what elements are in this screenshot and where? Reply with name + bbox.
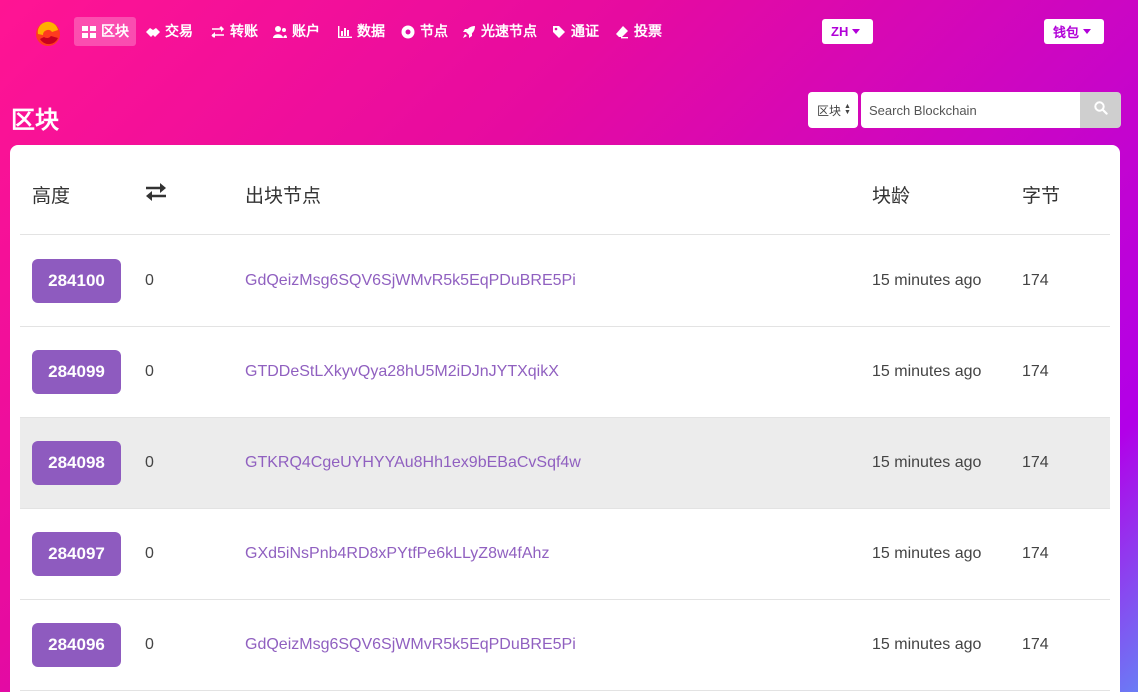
search-input[interactable] bbox=[861, 92, 1081, 128]
table-row[interactable]: 284099 0 GTDDeStLXkyvQya28hU5M2iDJnJYTXq… bbox=[20, 327, 1110, 418]
header-bytes: 字节 bbox=[1022, 185, 1061, 207]
search-type-select[interactable]: 区块 ▲ ▼ bbox=[808, 92, 858, 128]
block-age: 15 minutes ago bbox=[872, 636, 982, 653]
block-bytes: 174 bbox=[1022, 454, 1049, 471]
nav-item-votes[interactable]: 投票 bbox=[607, 17, 669, 46]
page-title: 区块 bbox=[11, 106, 59, 134]
block-bytes: 174 bbox=[1022, 363, 1049, 380]
caret-down-icon bbox=[1083, 29, 1092, 34]
nav-item-label: 转账 bbox=[230, 23, 258, 39]
tx-count: 0 bbox=[145, 363, 154, 380]
nav-item-accounts[interactable]: 账户 bbox=[265, 17, 327, 46]
tx-count: 0 bbox=[145, 454, 154, 471]
nav-item-tokens[interactable]: 通证 bbox=[544, 17, 606, 46]
nav-item-lightning-nodes[interactable]: 光速节点 bbox=[454, 17, 544, 46]
search-type-label: 区块 bbox=[817, 103, 842, 118]
exchange-icon bbox=[210, 24, 226, 40]
nav-item-nodes[interactable]: 节点 bbox=[393, 17, 455, 46]
block-age: 15 minutes ago bbox=[872, 545, 982, 562]
nav-item-transactions[interactable]: 交易 bbox=[138, 17, 200, 46]
block-bytes: 174 bbox=[1022, 545, 1049, 562]
block-age: 15 minutes ago bbox=[872, 272, 982, 289]
handshake-icon bbox=[145, 24, 161, 40]
producer-link[interactable]: GXd5iNsPnb4RD8xPYtfPe6kLLyZ8w4fAhz bbox=[245, 545, 549, 563]
header-age: 块龄 bbox=[872, 185, 911, 207]
block-age: 15 minutes ago bbox=[872, 363, 982, 380]
logo-icon[interactable] bbox=[34, 21, 62, 47]
table-row[interactable]: 284097 0 GXd5iNsPnb4RD8xPYtfPe6kLLyZ8w4f… bbox=[20, 509, 1110, 600]
block-height-badge[interactable]: 284096 bbox=[32, 623, 121, 667]
nav-item-label: 区块 bbox=[101, 23, 129, 39]
block-height-badge[interactable]: 284098 bbox=[32, 441, 121, 485]
tx-count: 0 bbox=[145, 636, 154, 653]
eraser-icon bbox=[614, 24, 630, 40]
table-header: 高度 出块节点 块龄 字节 bbox=[20, 145, 1110, 235]
users-icon bbox=[272, 24, 288, 40]
sort-arrows-icon: ▲ ▼ bbox=[844, 103, 851, 116]
producer-link[interactable]: GdQeizMsg6SQV6SjWMvR5k5EqPDuBRE5Pi bbox=[245, 272, 576, 290]
nav-item-label: 交易 bbox=[165, 23, 193, 39]
nav-item-transfers[interactable]: 转账 bbox=[203, 17, 265, 46]
block-height-badge[interactable]: 284097 bbox=[32, 532, 121, 576]
tx-count: 0 bbox=[145, 545, 154, 562]
search-button[interactable] bbox=[1080, 92, 1121, 128]
nav-item-label: 账户 bbox=[292, 23, 320, 39]
wallet-label: 钱包 bbox=[1053, 25, 1080, 40]
nav-item-data[interactable]: 数据 bbox=[330, 17, 392, 46]
producer-link[interactable]: GTKRQ4CgeUYHYYAu8Hh1ex9bEBaCvSqf4w bbox=[245, 454, 581, 472]
tag-icon bbox=[551, 24, 567, 40]
block-age: 15 minutes ago bbox=[872, 454, 982, 471]
blocks-table-card: 高度 出块节点 块龄 字节 284100 0 GdQeizMsg6SQV6SjW… bbox=[10, 145, 1120, 692]
language-dropdown[interactable]: ZH bbox=[822, 19, 873, 44]
dot-circle-icon bbox=[400, 24, 416, 40]
block-height-badge[interactable]: 284100 bbox=[32, 259, 121, 303]
block-bytes: 174 bbox=[1022, 636, 1049, 653]
producer-link[interactable]: GTDDeStLXkyvQya28hU5M2iDJnJYTXqikX bbox=[245, 363, 559, 381]
nav-item-label: 节点 bbox=[420, 23, 448, 39]
nav-item-blocks[interactable]: 区块 bbox=[74, 17, 136, 46]
search-icon bbox=[1093, 100, 1108, 120]
table-row[interactable]: 284096 0 GdQeizMsg6SQV6SjWMvR5k5EqPDuBRE… bbox=[20, 600, 1110, 691]
table-row[interactable]: 284098 0 GTKRQ4CgeUYHYYAu8Hh1ex9bEBaCvSq… bbox=[20, 418, 1110, 509]
tx-count: 0 bbox=[145, 272, 154, 289]
grid-icon bbox=[81, 24, 97, 40]
top-navbar: 区块 交易 转账 账户 数据 节点 光速节点 通证 投票 ZH 钱包 bbox=[0, 0, 1138, 64]
bar-chart-icon bbox=[337, 24, 353, 40]
nav-item-label: 投票 bbox=[634, 23, 662, 39]
header-height: 高度 bbox=[32, 185, 71, 207]
block-height-badge[interactable]: 284099 bbox=[32, 350, 121, 394]
rocket-icon bbox=[461, 24, 477, 40]
language-label: ZH bbox=[831, 24, 849, 39]
nav-item-label: 通证 bbox=[571, 23, 599, 39]
producer-link[interactable]: GdQeizMsg6SQV6SjWMvR5k5EqPDuBRE5Pi bbox=[245, 636, 576, 654]
caret-down-icon bbox=[852, 29, 861, 34]
exchange-icon bbox=[145, 183, 167, 206]
block-bytes: 174 bbox=[1022, 272, 1049, 289]
nav-item-label: 光速节点 bbox=[481, 23, 537, 39]
nav-item-label: 数据 bbox=[357, 23, 385, 39]
wallet-dropdown[interactable]: 钱包 bbox=[1044, 19, 1104, 44]
table-row[interactable]: 284100 0 GdQeizMsg6SQV6SjWMvR5k5EqPDuBRE… bbox=[20, 236, 1110, 327]
header-producer: 出块节点 bbox=[245, 185, 322, 207]
